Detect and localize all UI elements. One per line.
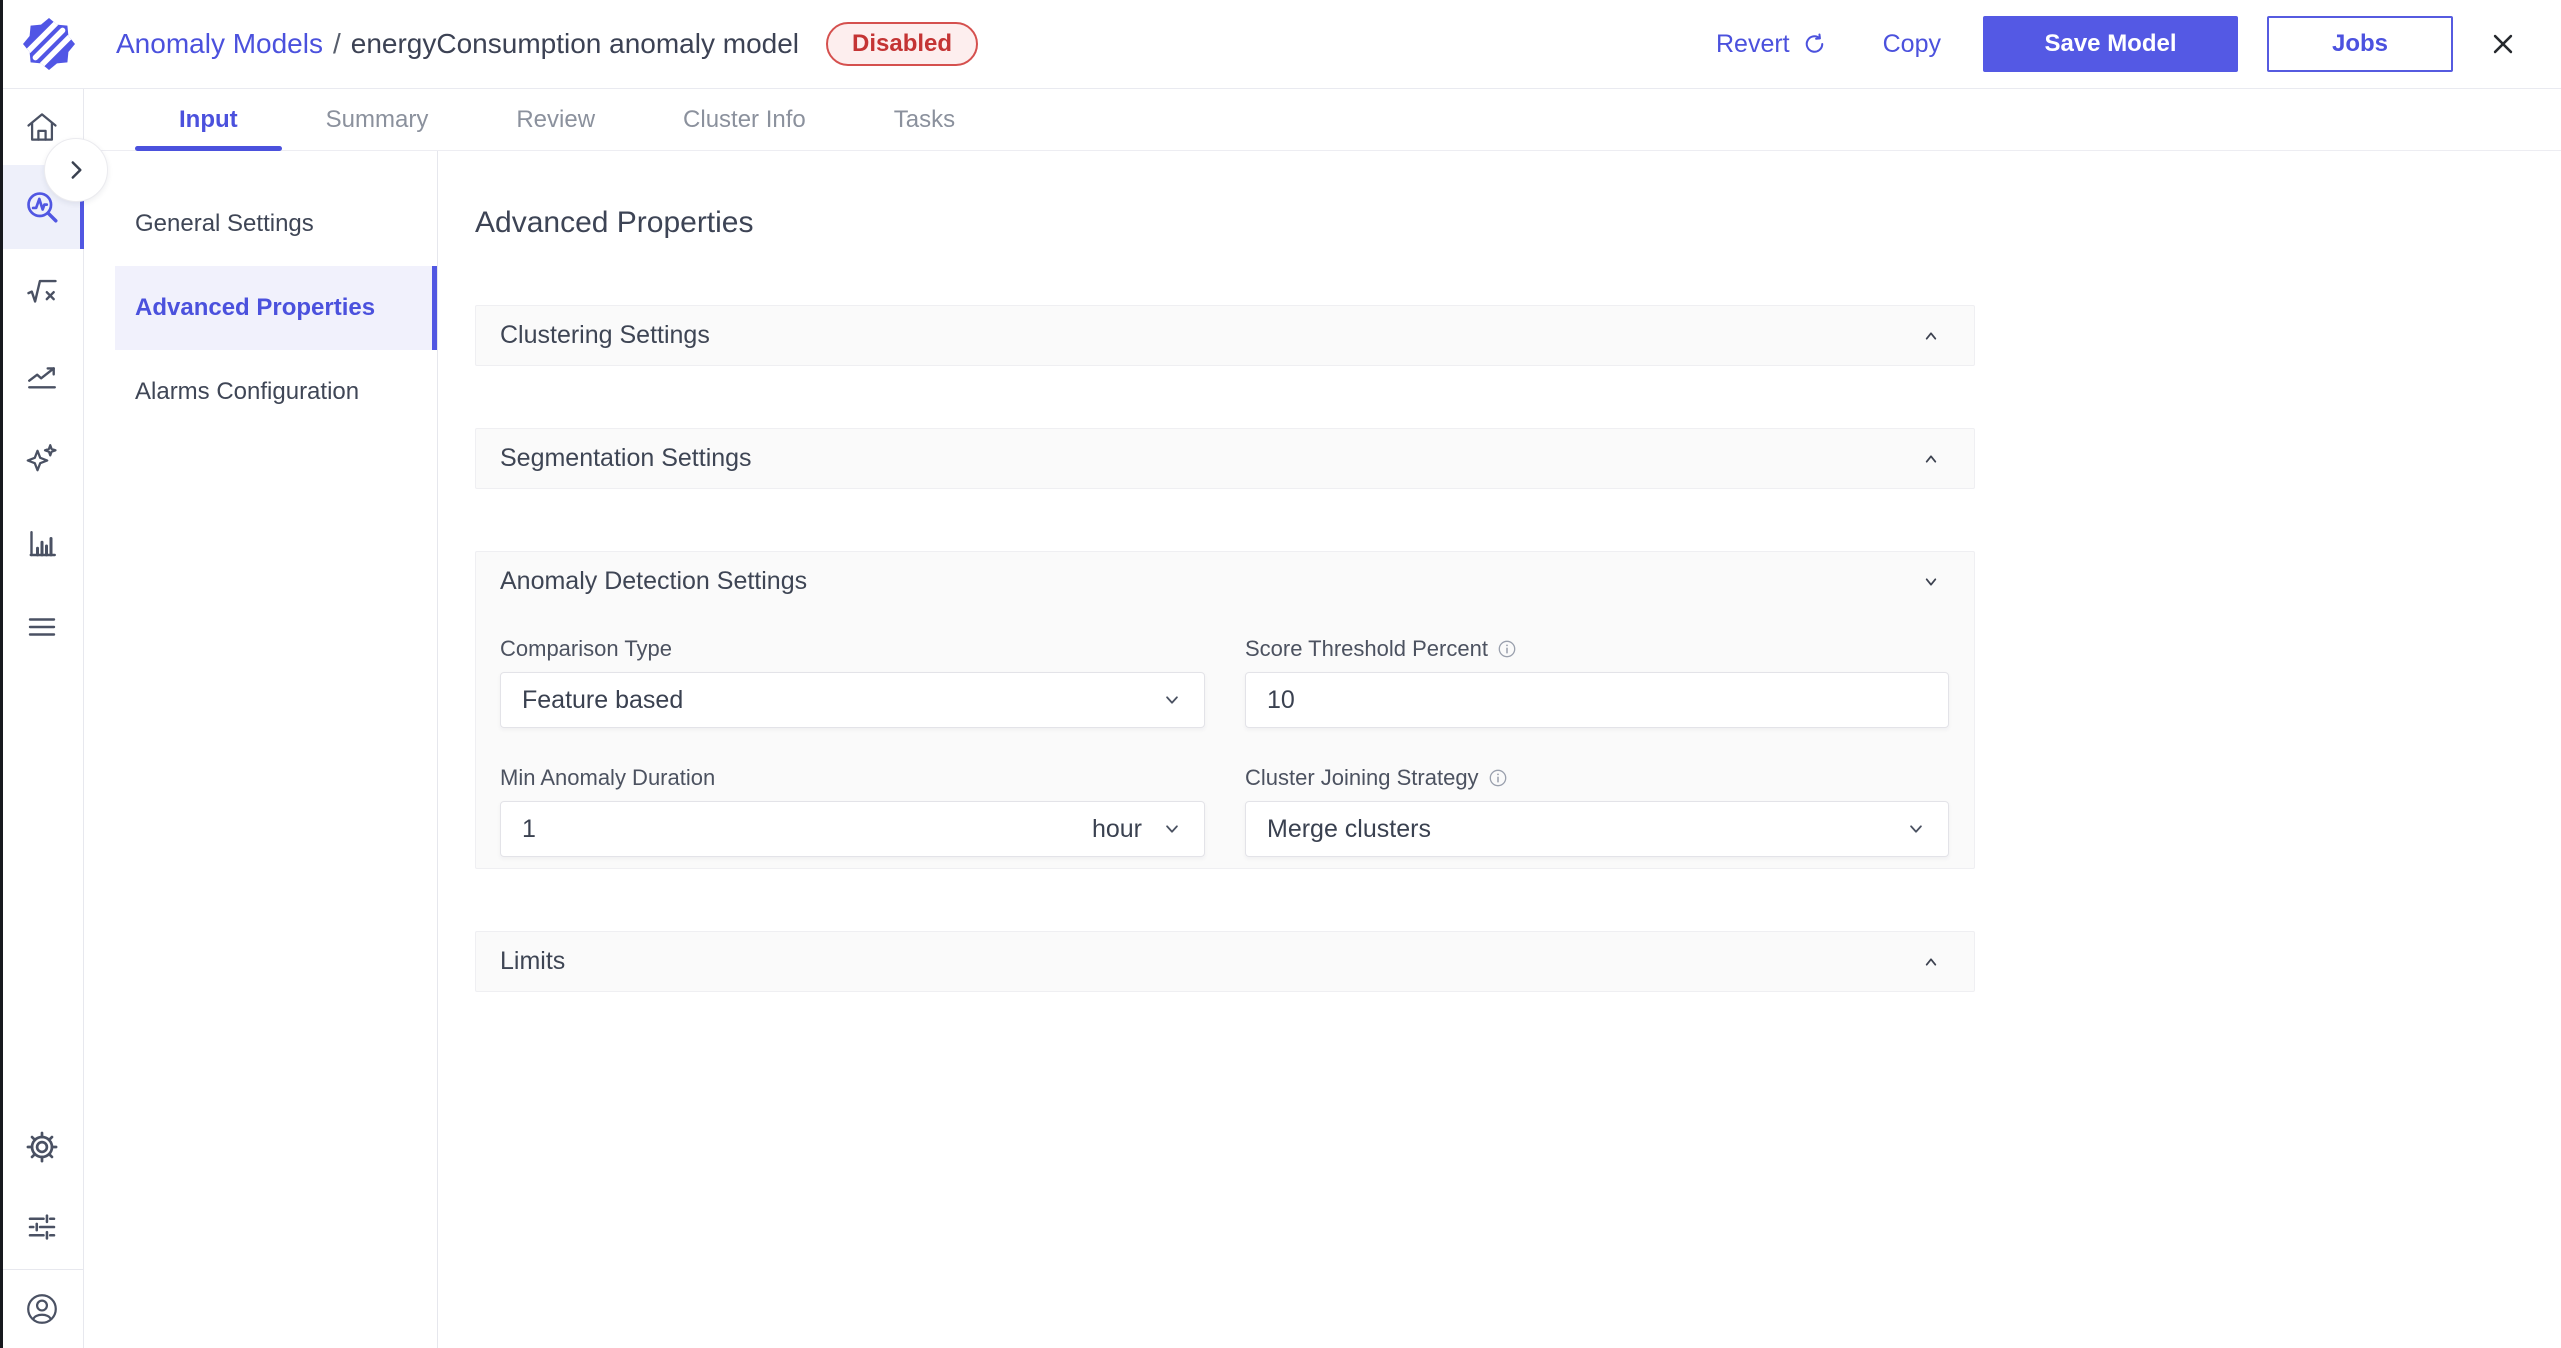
account-icon <box>23 1290 61 1328</box>
sidebar-item-formulas[interactable] <box>0 249 83 333</box>
sidebar-item-account[interactable] <box>0 1270 83 1348</box>
status-badge: Disabled <box>826 22 979 66</box>
tab-bar: Input Summary Review Cluster Info Tasks <box>84 89 2561 151</box>
sections-list: Clustering Settings Segmentation Setting… <box>475 305 1975 992</box>
save-model-button[interactable]: Save Model <box>1983 16 2238 72</box>
section-clustering-settings: Clustering Settings <box>475 305 1975 366</box>
subnav-item-general-settings[interactable]: General Settings <box>84 182 437 266</box>
field-label: Min Anomaly Duration <box>500 765 716 790</box>
revert-icon <box>1790 31 1828 58</box>
field-min-anomaly-duration: Min Anomaly Duration 1 hour <box>500 765 1205 857</box>
revert-button[interactable]: Revert <box>1716 30 1828 59</box>
section-header-segmentation-settings[interactable]: Segmentation Settings <box>476 429 1974 488</box>
page-title: Advanced Properties <box>475 206 754 239</box>
info-icon[interactable] <box>1497 639 1517 659</box>
header: Anomaly Models / energyConsumption anomaly… <box>0 0 2561 89</box>
comparison-type-select[interactable]: Feature based <box>500 672 1205 728</box>
app-window: Anomaly Models / energyConsumption anomaly… <box>0 0 2561 1348</box>
field-label: Comparison Type <box>500 636 673 661</box>
section-title: Limits <box>500 947 566 975</box>
score-threshold-input[interactable]: 10 <box>1245 672 1949 728</box>
sidebar-item-insights[interactable] <box>0 417 83 501</box>
chevron-right-icon <box>62 156 90 184</box>
tab-input[interactable]: Input <box>135 89 282 151</box>
section-title: Clustering Settings <box>500 321 710 349</box>
tab-review[interactable]: Review <box>472 89 639 150</box>
subnav-item-alarms-configuration[interactable]: Alarms Configuration <box>84 350 437 434</box>
breadcrumb-parent-link[interactable]: Anomaly Models <box>116 28 323 59</box>
section-header-limits[interactable]: Limits <box>476 932 1974 991</box>
sidebar-item-settings[interactable] <box>0 1109 83 1185</box>
header-actions: Revert Copy Save Model Jobs <box>1716 16 2561 72</box>
field-label: Score Threshold Percent <box>1245 636 1949 662</box>
sliders-icon <box>24 1209 60 1245</box>
sparkles-icon <box>24 441 60 477</box>
duration-unit-select[interactable]: hour <box>1092 815 1142 844</box>
min-anomaly-duration-input[interactable]: 1 hour <box>500 801 1205 857</box>
tab-tasks[interactable]: Tasks <box>850 89 999 150</box>
breadcrumb: Anomaly Models / energyConsumption anomaly… <box>116 28 799 60</box>
section-header-anomaly-detection-settings[interactable]: Anomaly Detection Settings <box>476 552 1974 611</box>
formula-icon <box>24 273 60 309</box>
chevron-up-icon <box>1918 949 1944 975</box>
sidebar-item-trends[interactable] <box>0 333 83 417</box>
icon-sidebar <box>0 89 84 1348</box>
field-cluster-joining-strategy: Cluster Joining Strategy Merge clusters <box>1245 765 1949 857</box>
chevron-up-icon <box>1918 323 1944 349</box>
chevron-down-icon <box>1918 569 1944 595</box>
copy-button[interactable]: Copy <box>1883 30 1941 59</box>
menu-icon <box>24 609 60 645</box>
sidebar-item-reports[interactable] <box>0 501 83 585</box>
tab-summary[interactable]: Summary <box>282 89 473 150</box>
section-title: Segmentation Settings <box>500 444 752 472</box>
app-logo-icon <box>23 18 75 70</box>
section-header-clustering-settings[interactable]: Clustering Settings <box>476 306 1974 365</box>
anomaly-detection-form: Comparison Type Feature based Score Thre… <box>476 611 1974 868</box>
selected-value: Feature based <box>522 685 684 714</box>
section-segmentation-settings: Segmentation Settings <box>475 428 1975 489</box>
subnav-item-advanced-properties[interactable]: Advanced Properties <box>115 266 437 350</box>
chevron-up-icon <box>1918 446 1944 472</box>
settings-subnav: General Settings Advanced Properties Ala… <box>84 151 438 1348</box>
chevron-down-icon <box>1905 818 1927 840</box>
section-title: Anomaly Detection Settings <box>500 567 808 595</box>
trend-icon <box>24 357 60 393</box>
breadcrumb-current: energyConsumption anomaly model <box>350 28 800 59</box>
cluster-joining-strategy-select[interactable]: Merge clusters <box>1245 801 1949 857</box>
sidebar-item-preferences[interactable] <box>0 1185 83 1269</box>
field-label: Cluster Joining Strategy <box>1245 765 1949 791</box>
section-anomaly-detection-settings: Anomaly Detection Settings Comparison Ty… <box>475 551 1975 869</box>
sidebar-item-menu[interactable] <box>0 585 83 669</box>
settings-gear-icon <box>23 1128 61 1166</box>
input-value: 10 <box>1267 685 1295 714</box>
chevron-down-icon <box>1161 689 1183 711</box>
sidebar-expand-button[interactable] <box>44 138 108 202</box>
input-value: 1 <box>522 814 536 843</box>
home-icon <box>24 109 60 145</box>
field-comparison-type: Comparison Type Feature based <box>500 636 1205 728</box>
tab-cluster-info[interactable]: Cluster Info <box>639 89 850 150</box>
chevron-down-icon <box>1161 818 1183 840</box>
jobs-button[interactable]: Jobs <box>2267 16 2453 72</box>
selected-value: Merge clusters <box>1267 814 1431 843</box>
section-limits: Limits <box>475 931 1975 992</box>
window-edge <box>0 0 3 1348</box>
close-icon[interactable] <box>2486 27 2520 61</box>
bar-chart-icon <box>24 525 60 561</box>
sidebar-bottom-group <box>0 1109 83 1348</box>
info-icon[interactable] <box>1488 768 1508 788</box>
main-content: Advanced Properties Clustering Settings … <box>439 152 2561 1348</box>
breadcrumb-separator: / <box>332 28 341 59</box>
field-score-threshold-percent: Score Threshold Percent 10 <box>1245 636 1949 728</box>
